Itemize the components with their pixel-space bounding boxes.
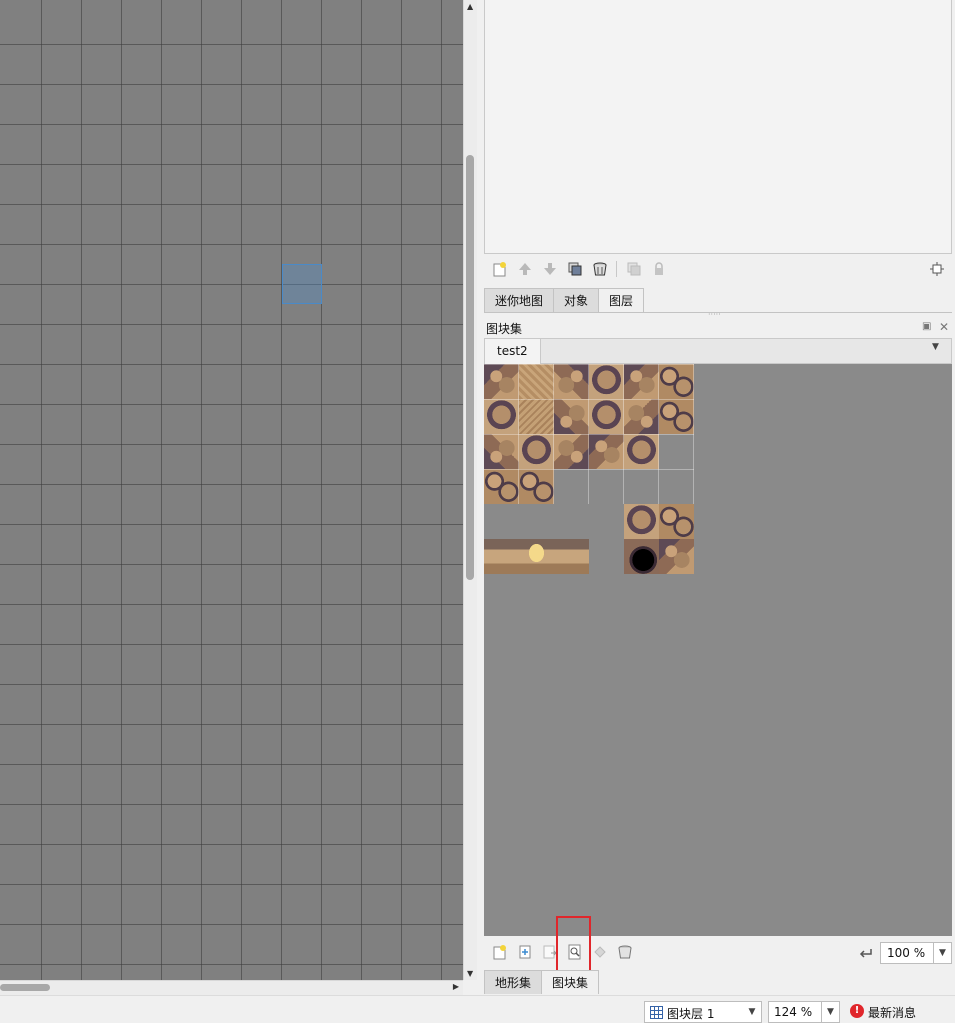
- tab-minimap[interactable]: 迷你地图: [484, 288, 555, 312]
- tileset-tab[interactable]: test2: [485, 339, 541, 364]
- lower-layer-icon[interactable]: [540, 259, 559, 278]
- error-icon: !: [850, 1004, 864, 1018]
- tile[interactable]: [519, 364, 554, 399]
- map-horizontal-scrollbar[interactable]: ▶: [0, 980, 463, 995]
- map-grid: [0, 0, 463, 980]
- news-button[interactable]: 最新消息: [868, 1004, 916, 1021]
- tile[interactable]: [519, 434, 554, 469]
- highlight-annotation: [556, 916, 591, 974]
- layer-properties-icon[interactable]: [927, 259, 946, 278]
- tileset-bottom-tabbar: 地形集 图块集: [484, 970, 600, 994]
- tile[interactable]: [519, 399, 554, 434]
- chevron-down-icon[interactable]: ▼: [821, 1002, 839, 1022]
- tab-terrain-sets[interactable]: 地形集: [484, 970, 543, 994]
- tab-tilesets[interactable]: 图块集: [541, 970, 600, 994]
- toggle-other-layers-icon[interactable]: [624, 259, 643, 278]
- tile[interactable]: [624, 434, 659, 469]
- tile[interactable]: [519, 539, 554, 574]
- tile[interactable]: [519, 469, 554, 504]
- grid-icon: [650, 1006, 663, 1022]
- tile[interactable]: [659, 539, 694, 574]
- scroll-up-icon[interactable]: ▲: [467, 2, 473, 11]
- tileset-zoom-select[interactable]: 100 % ▼: [880, 942, 952, 964]
- scrollbar-thumb[interactable]: [0, 984, 50, 991]
- tab-layers[interactable]: 图层: [598, 288, 645, 312]
- tile[interactable]: [554, 364, 589, 399]
- dynamic-wrapping-icon[interactable]: [590, 942, 609, 961]
- tile[interactable]: [624, 399, 659, 434]
- new-layer-icon[interactable]: [490, 259, 509, 278]
- embed-tileset-icon[interactable]: [515, 942, 534, 961]
- layer-select-value: 图块层 1: [667, 1007, 715, 1021]
- layer-select[interactable]: 图块层 1 ▼: [644, 1001, 762, 1023]
- raise-layer-icon[interactable]: [515, 259, 534, 278]
- layers-tabbar: 迷你地图 对象 图层: [484, 288, 645, 312]
- lock-layer-icon[interactable]: [649, 259, 668, 278]
- layers-toolbar: [490, 259, 668, 278]
- tile[interactable]: [659, 399, 694, 434]
- tile[interactable]: [554, 539, 589, 574]
- undo-icon[interactable]: [856, 943, 875, 962]
- map-vertical-scrollbar[interactable]: ▲ ▼: [463, 0, 477, 980]
- tileset-dropdown-icon[interactable]: ▼: [932, 342, 939, 352]
- tile[interactable]: [554, 399, 589, 434]
- tile[interactable]: [624, 364, 659, 399]
- tileset-tabbar: test2: [484, 338, 952, 364]
- tile[interactable]: [589, 399, 624, 434]
- duplicate-layer-icon[interactable]: [565, 259, 584, 278]
- scrollbar-thumb[interactable]: [466, 155, 474, 580]
- tab-objects[interactable]: 对象: [553, 288, 600, 312]
- map-zoom-value: 124 %: [774, 1005, 813, 1019]
- scroll-down-icon[interactable]: ▼: [467, 969, 473, 978]
- tile[interactable]: [484, 399, 519, 434]
- tileset-view[interactable]: [484, 364, 952, 936]
- delete-layer-icon[interactable]: [590, 259, 609, 278]
- map-zoom-select[interactable]: 124 % ▼: [768, 1001, 840, 1023]
- map-canvas[interactable]: [0, 0, 463, 980]
- tile[interactable]: [484, 539, 519, 574]
- tile[interactable]: [484, 469, 519, 504]
- tile[interactable]: [484, 364, 519, 399]
- new-tileset-icon[interactable]: [490, 942, 509, 961]
- chevron-down-icon[interactable]: ▼: [933, 943, 951, 963]
- tile[interactable]: [624, 539, 659, 574]
- toolbar-separator: [616, 260, 617, 277]
- tile-cursor: [282, 264, 322, 304]
- layers-list[interactable]: [484, 0, 952, 254]
- tile[interactable]: [659, 364, 694, 399]
- scroll-right-icon[interactable]: ▶: [453, 982, 459, 991]
- chevron-down-icon[interactable]: ▼: [743, 1002, 761, 1022]
- tile[interactable]: [589, 434, 624, 469]
- float-dock-icon[interactable]: ▣: [922, 321, 931, 332]
- tileset-zoom-value: 100 %: [887, 946, 926, 960]
- remove-tileset-icon[interactable]: [615, 942, 634, 961]
- status-bar: 图块层 1 ▼ 124 % ▼ ! 最新消息: [0, 995, 955, 1023]
- tile[interactable]: [554, 434, 589, 469]
- close-dock-icon[interactable]: ✕: [939, 320, 949, 334]
- tileset-dock-title: 图块集: [486, 322, 523, 336]
- tile[interactable]: [659, 504, 694, 539]
- tile[interactable]: [589, 364, 624, 399]
- tile[interactable]: [484, 434, 519, 469]
- tile[interactable]: [624, 504, 659, 539]
- splitter-handle[interactable]: ·····: [708, 311, 728, 319]
